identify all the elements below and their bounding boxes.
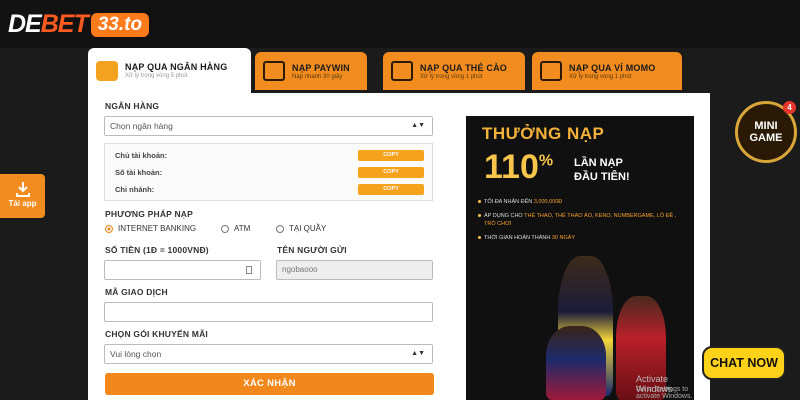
amount-label: SỐ TIỀN (1Đ = 1000VNĐ)	[105, 245, 209, 255]
download-app-button[interactable]: Tải app	[0, 174, 45, 218]
tab-paywin-title: NẠP PAYWIN	[292, 62, 350, 73]
confirm-button[interactable]: XÁC NHẬN	[105, 373, 434, 395]
radio-icon	[221, 224, 229, 233]
promo-select-value: Vui lòng chọn	[110, 349, 162, 359]
branch-label: Chi nhánh:	[115, 185, 155, 194]
promo-line1: LẦN NẠP	[574, 157, 623, 169]
promo-bullet: ÁP DỤNG CHO THỂ THAO, THỂ THAO ẢO, KENO,…	[478, 212, 683, 228]
promo-package-select[interactable]: Vui lòng chọn ▲▼	[104, 344, 433, 364]
player-figure	[546, 326, 606, 400]
bank-icon	[96, 60, 118, 81]
account-holder-label: Chủ tài khoản:	[115, 151, 168, 160]
download-icon	[15, 182, 30, 197]
promo-percent: 110%	[484, 148, 554, 186]
bank-select[interactable]: Chọn ngân hàng ▲▼	[104, 116, 433, 136]
method-option-label: INTERNET BANKING	[118, 224, 197, 233]
tab-bank-sub: Xử lý trong vòng 5 phút	[125, 73, 188, 79]
deposit-tabs: NẠP QUA NGÂN HÀNG Xử lý trong vòng 5 phú…	[88, 48, 710, 93]
logo-badge: 33.to	[90, 12, 150, 37]
top-bar: DEBET 33.to	[0, 0, 800, 48]
method-option-label: TẠI QUẦY	[289, 224, 327, 233]
method-label: PHƯƠNG PHÁP NẠP	[105, 209, 193, 219]
promo-package-label: CHỌN GÓI KHUYẾN MÃI	[105, 329, 208, 339]
logo-text: DEBET	[8, 10, 89, 38]
sender-input[interactable]: ngobaooo	[276, 260, 433, 280]
bank-select-value: Chọn ngân hàng	[110, 121, 173, 131]
chevron-down-icon: ▲▼	[411, 350, 425, 357]
brand-logo[interactable]: DEBET 33.to	[8, 10, 150, 39]
momo-icon	[540, 61, 562, 81]
tab-card[interactable]: NẠP QUA THẺ CÀO Xử lý trong vòng 1 phút	[383, 52, 525, 90]
promo-first-deposit: LẦN NẠP ĐẦU TIÊN!	[574, 156, 630, 184]
promo-bullets: TỐI ĐA NHẬN ĐẾN 3,000,000Đ ÁP DỤNG CHO T…	[478, 198, 683, 248]
method-atm[interactable]: ATM	[221, 224, 250, 233]
copy-number-button[interactable]: COPY	[358, 167, 424, 178]
method-option-label: ATM	[234, 224, 251, 233]
tab-momo-title: NẠP QUA VÍ MOMO	[569, 62, 656, 73]
promo-bullet: THỜI GIAN HOÀN THÀNH 30 NGÀY	[478, 234, 683, 242]
tab-momo-sub: Xử lý trong vòng 1 phút	[569, 73, 632, 80]
bank-label: NGÂN HÀNG	[105, 101, 160, 111]
chevron-down-icon: ▲▼	[411, 122, 425, 129]
transaction-code-label: MÃ GIAO DỊCH	[105, 287, 168, 297]
copy-branch-button[interactable]: COPY	[358, 184, 424, 195]
windows-watermark-sub: Go to Settings to activate Windows.	[636, 386, 693, 400]
calculator-icon	[246, 266, 252, 274]
promo-bullet: TỐI ĐA NHẬN ĐẾN 3,000,000Đ	[478, 198, 683, 206]
sender-label: TÊN NGƯỜI GỬI	[277, 245, 347, 255]
tab-paywin[interactable]: NẠP PAYWIN Nạp nhanh 30 giây	[255, 52, 367, 90]
tab-bank-title: NẠP QUA NGÂN HÀNG	[125, 62, 228, 72]
tab-card-sub: Xử lý trong vòng 1 phút	[420, 73, 483, 80]
account-number-label: Số tài khoản:	[115, 168, 163, 177]
account-info-box: Chủ tài khoản: COPY Số tài khoản: COPY C…	[104, 143, 433, 201]
promo-banner[interactable]: THƯỞNG NẠP 110% LẦN NẠP ĐẦU TIÊN! TỐI ĐA…	[466, 116, 694, 400]
radio-icon	[276, 224, 284, 233]
promo-title: THƯỞNG NẠP	[482, 124, 605, 143]
method-internet-banking[interactable]: INTERNET BANKING	[105, 224, 196, 233]
phone-icon	[263, 61, 285, 81]
amount-input[interactable]	[104, 260, 261, 280]
method-counter[interactable]: TẠI QUẦY	[276, 224, 326, 233]
card-icon	[391, 61, 413, 81]
download-app-label: Tải app	[8, 199, 37, 208]
tab-momo[interactable]: NẠP QUA VÍ MOMO Xử lý trong vòng 1 phút	[532, 52, 682, 90]
tab-bank[interactable]: NẠP QUA NGÂN HÀNG Xử lý trong vòng 5 phú…	[88, 48, 251, 93]
radio-selected-icon	[105, 224, 113, 233]
mini-game-badge: 4	[783, 101, 796, 114]
tab-paywin-sub: Nạp nhanh 30 giây	[292, 73, 343, 80]
mini-game-label: MINI GAME	[749, 120, 783, 144]
tab-card-title: NẠP QUA THẺ CÀO	[420, 62, 508, 73]
copy-holder-button[interactable]: COPY	[358, 150, 424, 161]
deposit-panel: NGÂN HÀNG Chọn ngân hàng ▲▼ Chủ tài khoả…	[88, 93, 710, 400]
chat-now-button[interactable]: CHAT NOW	[702, 346, 786, 380]
promo-line2: ĐẦU TIÊN!	[574, 171, 630, 183]
transaction-code-input[interactable]	[104, 302, 433, 322]
